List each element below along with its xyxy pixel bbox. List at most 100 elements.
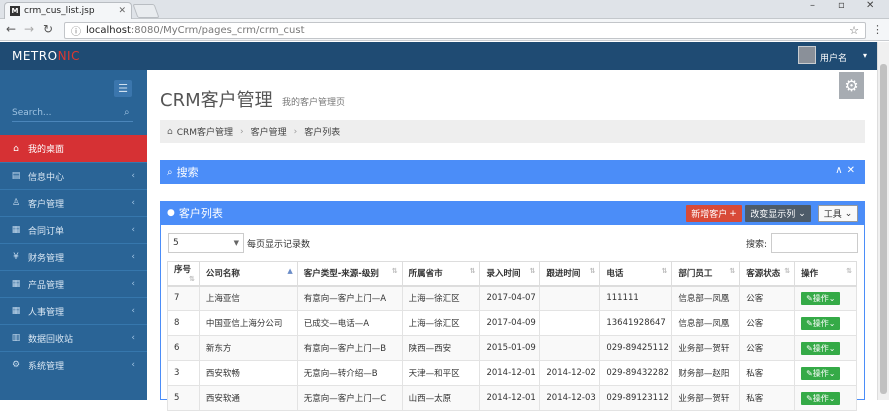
table-row[interactable]: 7 上海亚信 有意向—客户上门—A 上海—徐汇区 2017-04-07 1111… xyxy=(167,285,857,311)
minimize-icon[interactable]: – xyxy=(810,0,815,14)
sidebar-item-system[interactable]: ⚙ 系统管理 ‹ xyxy=(0,351,147,378)
table-cell: 3 xyxy=(167,360,200,386)
table-cell: 2014-12-01 xyxy=(479,385,541,411)
column-header[interactable]: 录入时间 ⇅ xyxy=(479,261,541,287)
sidebar-toggle-icon[interactable]: ☰ xyxy=(114,80,132,97)
trash-icon: ▥ xyxy=(11,333,21,343)
table-row[interactable]: 8 中国亚信上海分公司 已成交—电话—A 上海—徐汇区 2017-04-09 1… xyxy=(167,310,857,336)
close-icon[interactable]: ✕ xyxy=(847,165,859,176)
app-header xyxy=(0,42,877,70)
reload-icon[interactable]: ↻ xyxy=(43,22,53,36)
add-customer-button[interactable]: 新增客户 + xyxy=(686,205,742,222)
page-size-select[interactable]: 5 ▼ xyxy=(168,233,244,253)
search-panel-header[interactable]: ⌕ 搜索 ∧✕ xyxy=(160,160,865,184)
column-header[interactable]: 跟进时间 ⇅ xyxy=(539,261,601,287)
table-cell xyxy=(539,285,601,311)
user-name[interactable]: 用户名 xyxy=(820,51,847,64)
row-action-button[interactable]: ✎操作⌄ xyxy=(801,391,841,405)
back-icon[interactable]: ← xyxy=(6,22,16,36)
close-window-icon[interactable]: ✕ xyxy=(866,0,874,14)
chevron-down-icon[interactable]: ▾ xyxy=(863,51,867,60)
sort-icon: ⇅ xyxy=(391,267,398,276)
table-row[interactable]: 3 西安软畅 无意向—转介绍—B 天津—和平区 2014-12-01 2014-… xyxy=(167,360,857,386)
row-action-button[interactable]: ✎操作⌄ xyxy=(801,341,841,355)
edit-icon: ✎ xyxy=(806,368,813,378)
url-path: :8080/MyCrm/pages_crm/crm_cust xyxy=(130,25,305,36)
url-input[interactable]: ⓘ localhost :8080/MyCrm/pages_crm/crm_cu… xyxy=(64,22,866,39)
table-cell: 2017-04-07 xyxy=(479,285,541,311)
forward-icon[interactable]: → xyxy=(24,22,34,36)
page-info-icon[interactable]: ⓘ xyxy=(71,23,81,38)
table-cell: 私客 xyxy=(739,385,796,411)
bookmark-star-icon[interactable]: ☆ xyxy=(849,24,859,37)
browser-menu-icon[interactable]: ⋮ xyxy=(872,23,883,36)
search-panel-title: 搜索 xyxy=(176,166,199,179)
table-cell: ✎操作⌄ xyxy=(794,310,857,336)
sidebar-item-info-center[interactable]: ▤ 信息中心 ‹ xyxy=(0,162,147,189)
column-header[interactable]: 客户类型-来源-级别 ⇅ xyxy=(296,261,403,287)
sidebar-item-label: 信息中心 xyxy=(28,172,65,183)
avatar[interactable] xyxy=(798,46,816,64)
column-header[interactable]: 客源状态 ⇅ xyxy=(739,261,796,287)
scrollbar-thumb[interactable] xyxy=(880,64,887,394)
sidebar-item-label: 数据回收站 xyxy=(28,334,74,345)
breadcrumb-item[interactable]: CRM客户管理 xyxy=(177,125,233,138)
edit-icon: ✎ xyxy=(806,318,813,328)
breadcrumb-item[interactable]: 客户列表 xyxy=(304,125,340,138)
breadcrumb-item[interactable]: 客户管理 xyxy=(251,125,287,138)
table-search-input[interactable] xyxy=(771,233,858,253)
logo[interactable]: METRONIC xyxy=(12,49,80,63)
table-cell: 上海—徐汇区 xyxy=(401,310,481,336)
table-cell: 8 xyxy=(167,310,200,336)
page-size-value: 5 xyxy=(173,238,179,248)
table-cell: 13641928647 xyxy=(599,310,673,336)
favicon-icon: M xyxy=(10,6,20,16)
new-tab-button[interactable] xyxy=(132,4,160,18)
table-row[interactable]: 5 西安软通 无意向—客户上门—C 山西—太原 2014-12-01 2014-… xyxy=(167,385,857,411)
table-cell: 新东方 xyxy=(198,335,298,361)
table-cell: 7 xyxy=(167,285,200,311)
page-scrollbar[interactable] xyxy=(877,42,889,400)
column-header[interactable]: 所属省市 ⇅ xyxy=(401,261,481,287)
sidebar-search-input[interactable]: Search... xyxy=(12,108,52,118)
sort-icon: ⇅ xyxy=(189,275,195,284)
sidebar-item-desktop[interactable]: ⌂ 我的桌面 xyxy=(0,135,147,162)
sort-icon: ⇅ xyxy=(469,267,476,276)
column-header[interactable]: 公司名称 ▲ xyxy=(198,261,298,287)
table-cell: 公客 xyxy=(739,285,796,311)
table-cell: 2014-12-03 xyxy=(539,385,601,411)
collapse-icon[interactable]: ∧ xyxy=(835,165,846,176)
column-header[interactable]: 序号 ⇅ xyxy=(167,261,200,287)
table-row[interactable]: 6 新东方 有意向—客户上门—B 陕西—西安 2015-01-09 029-89… xyxy=(167,335,857,361)
table-cell: ✎操作⌄ xyxy=(794,360,857,386)
change-columns-button[interactable]: 改变显示列 ⌄ xyxy=(745,205,811,222)
search-icon[interactable]: ⌕ xyxy=(124,107,130,118)
gear-icon: ⚙ xyxy=(11,360,21,370)
sidebar-item-contracts[interactable]: ▦ 合同订单 ‹ xyxy=(0,216,147,243)
maximize-icon[interactable]: ▫ xyxy=(838,0,845,14)
settings-gear-icon[interactable]: ⚙ xyxy=(839,72,864,99)
table-cell xyxy=(539,310,601,336)
column-header[interactable]: 电话 ⇅ xyxy=(599,261,673,287)
browser-tab[interactable]: M crm_cus_list.jsp ✕ xyxy=(4,2,132,19)
column-header[interactable]: 操作 ⇅ xyxy=(794,261,857,287)
chevron-left-icon: ‹ xyxy=(131,306,135,316)
row-action-button[interactable]: ✎操作⌄ xyxy=(801,291,841,305)
row-action-button[interactable]: ✎操作⌄ xyxy=(801,366,841,380)
sidebar-item-recycle-bin[interactable]: ▥ 数据回收站 ‹ xyxy=(0,324,147,351)
sidebar-item-finance[interactable]: ¥ 财务管理 ‹ xyxy=(0,243,147,270)
table-cell: 029-89123112 xyxy=(599,385,673,411)
sidebar-item-products[interactable]: ▦ 产品管理 ‹ xyxy=(0,270,147,297)
sidebar-item-hr[interactable]: ▦ 人事管理 ‹ xyxy=(0,297,147,324)
user-icon: ♙ xyxy=(11,198,21,208)
table-cell: 有意向—客户上门—B xyxy=(296,335,403,361)
chevron-right-icon: › xyxy=(293,126,298,137)
column-header[interactable]: 部门员工 ⇅ xyxy=(671,261,741,287)
table-cell: 2015-01-09 xyxy=(479,335,541,361)
tools-button[interactable]: 工具 ⌄ xyxy=(818,205,858,222)
row-action-button[interactable]: ✎操作⌄ xyxy=(801,316,841,330)
table-cell: 029-89425112 xyxy=(599,335,673,361)
sidebar-item-customers[interactable]: ♙ 客户管理 ‹ xyxy=(0,189,147,216)
edit-icon: ✎ xyxy=(806,293,813,303)
close-tab-icon[interactable]: ✕ xyxy=(118,6,126,16)
